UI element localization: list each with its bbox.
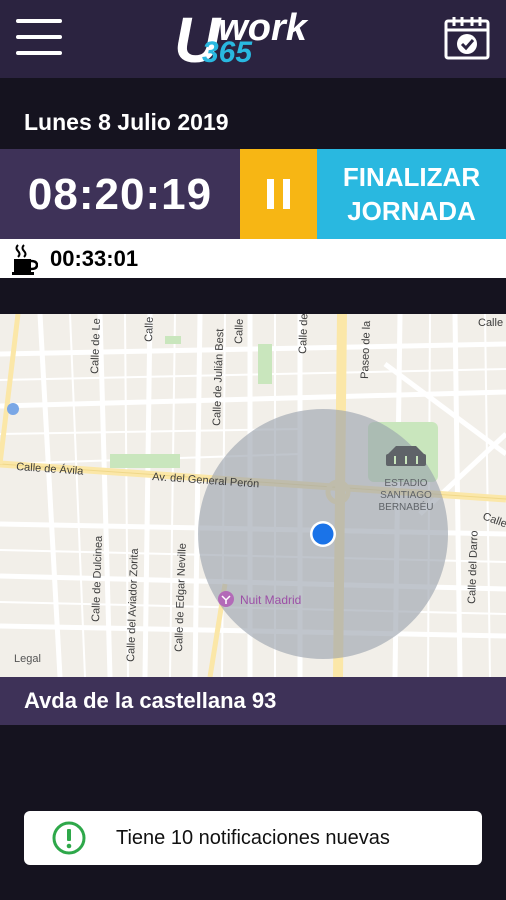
stadium-label-line1: ESTADIO [384, 478, 427, 489]
finish-shift-button[interactable]: FINALIZAR JORNADA [317, 149, 506, 239]
hamburger-menu-icon [16, 35, 62, 39]
current-address: Avda de la castellana 93 [0, 677, 506, 725]
hamburger-menu-icon [16, 19, 62, 23]
uwork365-logo: Uwork 365 [174, 6, 309, 70]
map-street-label: Calle [143, 317, 156, 342]
menu-button[interactable] [16, 17, 62, 57]
current-date: Lunes 8 Julio 2019 [24, 109, 229, 135]
break-row: 00:33:01 [0, 239, 506, 278]
shift-controls: 08:20:19 FINALIZAR JORNADA [0, 149, 506, 239]
break-timer: 00:33:01 [50, 246, 139, 271]
map-legal-link[interactable]: Legal [14, 653, 41, 665]
notification-text: Tiene 10 notificaciones nuevas [116, 827, 390, 849]
pause-button[interactable] [240, 149, 317, 239]
calendar-check-icon[interactable] [444, 16, 490, 60]
map-street-label: Calle del Darro [466, 530, 481, 604]
map-canvas: Calle de Ávila Av. del General Perón Pas… [0, 314, 506, 677]
map-street-label: Calle [478, 317, 503, 329]
location-map[interactable]: Calle de Ávila Av. del General Perón Pas… [0, 314, 506, 677]
stadium-label-line3: BERNABÉU [378, 500, 433, 513]
poi-label: Nuit Madrid [240, 593, 301, 607]
shift-timer: 08:20:19 [0, 149, 240, 239]
hamburger-menu-icon [16, 51, 62, 55]
app-header: Uwork 365 [0, 0, 506, 78]
map-street-label: Calle de [297, 314, 310, 354]
stadium-label-line2: SANTIAGO [380, 490, 432, 501]
exclamation-circle-icon [52, 821, 86, 855]
map-street-label: Calle [233, 319, 246, 344]
finish-shift-label-line2: JORNADA [347, 196, 476, 226]
logo-365: 365 [202, 36, 253, 69]
pause-icon [283, 179, 290, 209]
pause-icon [267, 179, 274, 209]
map-street-label: Calle de Le [89, 318, 103, 374]
notification-banner[interactable]: Tiene 10 notificaciones nuevas [24, 811, 482, 865]
map-street-label: Paseo de la [359, 320, 373, 379]
coffee-cup-icon [12, 244, 38, 275]
finish-shift-label-line1: FINALIZAR [342, 162, 481, 192]
